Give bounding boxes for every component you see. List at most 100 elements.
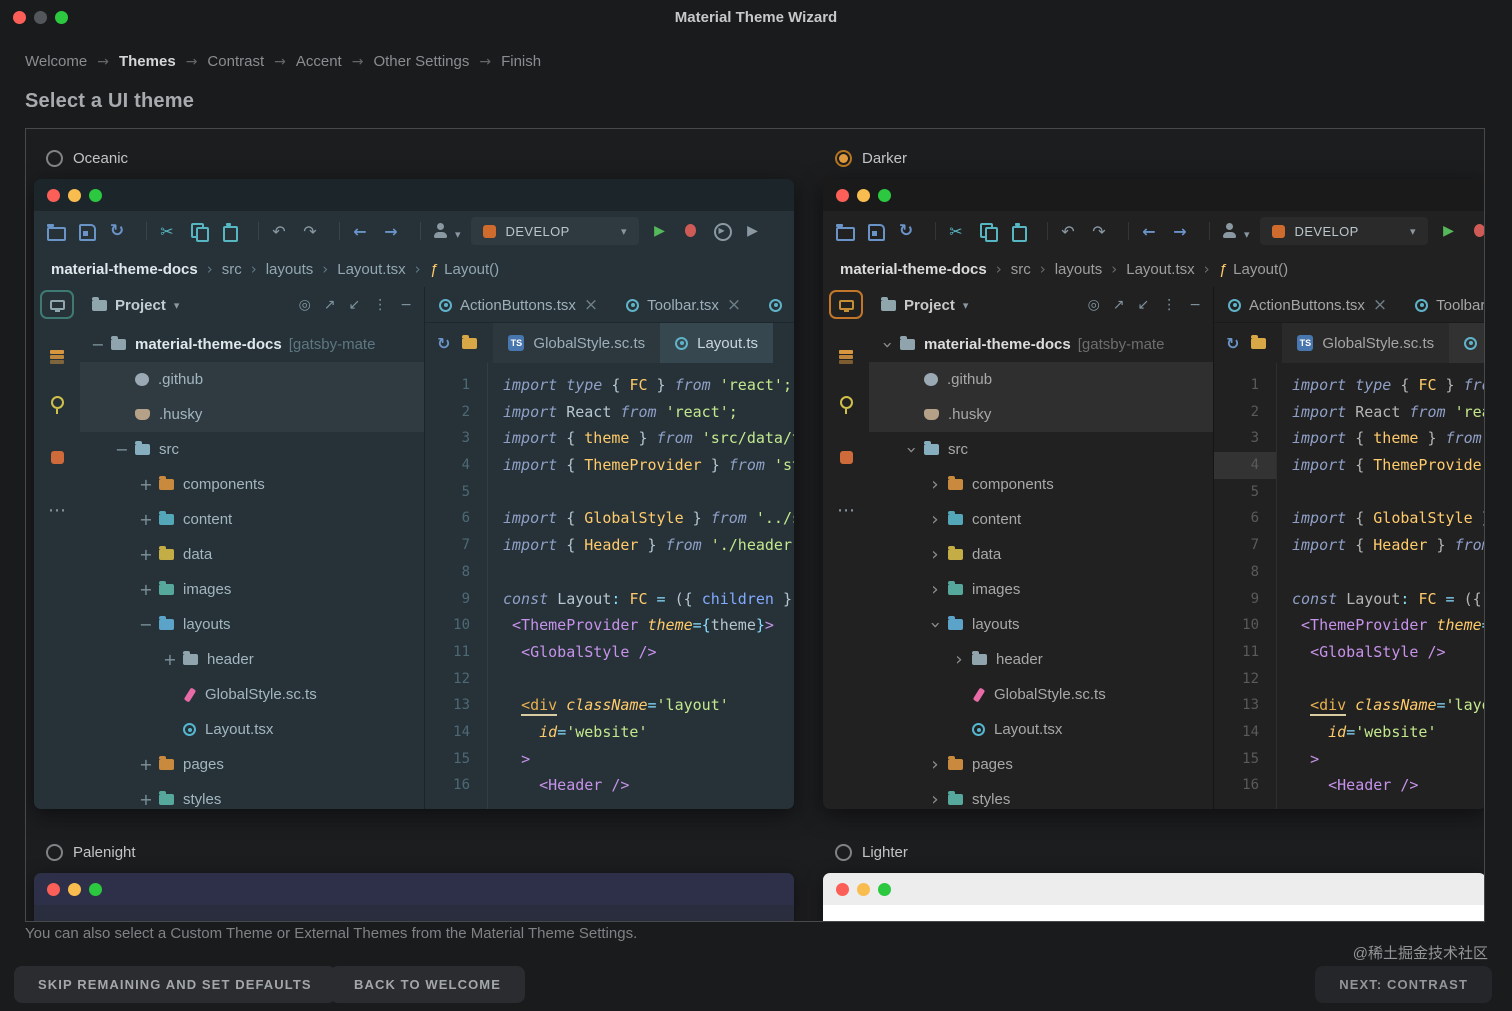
next-contrast-button[interactable]: NEXT: CONTRAST (1315, 966, 1492, 1003)
code-line: > (1310, 749, 1320, 768)
forward-icon (1169, 220, 1191, 242)
breadcrumb-item: Layout.tsx (1126, 260, 1195, 278)
folder-icon (948, 546, 963, 560)
toolbar-separator (420, 222, 421, 240)
back-to-welcome-button[interactable]: BACK TO WELCOME (330, 966, 525, 1003)
theme-radio-oceanic[interactable] (46, 149, 63, 167)
tree-item-label: layouts (972, 616, 1020, 633)
theme-option-row: Palenight (46, 839, 794, 865)
wizard-step-welcome[interactable]: Welcome (25, 53, 87, 70)
tree-item-header: + header (80, 642, 424, 677)
theme-radio-darker[interactable] (835, 149, 852, 167)
code-line: import { GlobalStyle } from '../styles'; (1292, 509, 1484, 528)
expand-node-icon: + (139, 474, 153, 494)
toolbar-run-icons (649, 220, 773, 242)
editor-tab-toolbar-tsx: Toolbar.tsx × (626, 296, 741, 314)
hint-text: You can also select a Custom Theme or Ex… (25, 925, 638, 942)
line-number: 9 (1250, 590, 1259, 607)
theme-option-oceanic[interactable]: Oceanic ▾ DEVELOP ▾ material-theme-docs ›… (34, 145, 794, 809)
breadcrumb-separator: › (1039, 260, 1046, 278)
copy-icon (976, 220, 998, 242)
wizard-step-themes[interactable]: Themes (119, 53, 176, 70)
theme-option-row: Oceanic (46, 145, 794, 171)
ide-preview-oceanic[interactable]: ▾ DEVELOP ▾ material-theme-docs › src › layo… (34, 179, 794, 809)
redo-icon (299, 220, 321, 242)
tree-item-styles: + styles (80, 782, 424, 809)
close-tab-icon: × (1372, 294, 1388, 315)
line-number: 2 (461, 403, 470, 420)
chevron-down-icon: ▾ (621, 224, 627, 238)
minimize-icon (68, 188, 81, 202)
tool-window-strip (823, 287, 869, 809)
theme-preview-palenight[interactable] (34, 873, 794, 921)
cut-icon (156, 220, 178, 242)
tree-item-label: pages (183, 756, 224, 773)
collapse-node-icon: › (901, 445, 922, 454)
theme-radio-palenight[interactable] (46, 843, 63, 861)
theme-preview-oceanic[interactable]: ▾ DEVELOP ▾ material-theme-docs › src › layo… (34, 179, 794, 809)
tree-item-material-theme-docs: › material-theme-docs [gatsby-mate (869, 327, 1213, 362)
open-folder-icon (44, 220, 66, 242)
skip-defaults-button[interactable]: SKIP REMAINING AND SET DEFAULTS (14, 966, 336, 1003)
play-icon (742, 220, 764, 242)
theme-option-lighter[interactable]: Lighter (823, 839, 1484, 921)
react-icon (675, 336, 689, 350)
expand-node-icon: › (955, 648, 963, 670)
theme-option-row: Lighter (835, 839, 1484, 865)
collapse-icon: ↙ (348, 297, 361, 313)
tab-label: Toolbar.tsx (647, 296, 719, 314)
wizard-step-accent[interactable]: Accent (296, 53, 342, 70)
close-tab-icon: × (583, 294, 599, 315)
code-line: import { Header } from './header'; (503, 536, 794, 555)
tree-item-src: − src (80, 432, 424, 467)
tree-item-suffix: [gatsby-mate (1077, 336, 1165, 353)
wizard-step-contrast[interactable]: Contrast (207, 53, 264, 70)
expand-icon: ↗ (1112, 297, 1125, 313)
theme-option-palenight[interactable]: Palenight (34, 839, 794, 921)
breadcrumb-item: ƒ Layout() (1218, 260, 1289, 278)
react-icon (183, 723, 196, 736)
react-icon (1464, 336, 1478, 350)
step-arrow-icon: → (479, 53, 492, 70)
tree-item-pages: › pages (869, 747, 1213, 782)
tree-item-label: Layout.tsx (994, 721, 1063, 738)
ide-preview-darker[interactable]: ▾ DEVELOP ▾ material-theme-docs › src › layo… (823, 179, 1484, 809)
line-number: 8 (1250, 563, 1259, 580)
theme-preview-lighter[interactable] (823, 873, 1484, 921)
close-icon (47, 188, 60, 202)
breadcrumb-separator: › (250, 260, 257, 278)
toolbar-separator (339, 222, 340, 240)
code-line: <GlobalStyle /> (1310, 642, 1446, 661)
theme-preview-darker[interactable]: ▾ DEVELOP ▾ material-theme-docs › src › layo… (823, 179, 1484, 809)
hide-icon: − (1189, 297, 1201, 313)
toolbar-separator (1128, 222, 1129, 240)
coverage-icon (711, 220, 733, 242)
theme-option-darker[interactable]: Darker ▾ DEVELOP ▾ material-theme-docs › s… (823, 145, 1484, 809)
folder-icon (462, 334, 478, 349)
monitor-icon (838, 299, 854, 312)
user-icon (1219, 220, 1241, 242)
folder-icon (948, 476, 963, 490)
line-number: 8 (461, 563, 470, 580)
ide-toolbar: ▾ DEVELOP ▾ (34, 211, 794, 251)
theme-radio-lighter[interactable] (835, 843, 852, 861)
tree-item-images: › images (869, 572, 1213, 607)
ts-icon: TS (508, 335, 525, 351)
line-number: 7 (461, 537, 470, 554)
line-number: 9 (461, 590, 470, 607)
line-number: 3 (1250, 430, 1259, 447)
expand-node-icon: + (139, 789, 153, 809)
active-tool-window-box (40, 290, 74, 319)
tab-label: ActionButtons.tsx (460, 296, 576, 314)
tree-item-husky: .husky (869, 397, 1213, 432)
wizard-step-finish[interactable]: Finish (501, 53, 541, 70)
tree-item-label: pages (972, 756, 1013, 773)
line-number: 10 (1242, 617, 1259, 634)
editor-tab-actionbuttons-tsx: ActionButtons.tsx × (439, 294, 599, 315)
theme-label: Palenight (73, 843, 136, 861)
theme-label: Darker (862, 149, 908, 167)
line-number: 13 (453, 697, 470, 714)
sync-icon (1226, 334, 1239, 353)
wizard-step-other-settings[interactable]: Other Settings (373, 53, 469, 70)
